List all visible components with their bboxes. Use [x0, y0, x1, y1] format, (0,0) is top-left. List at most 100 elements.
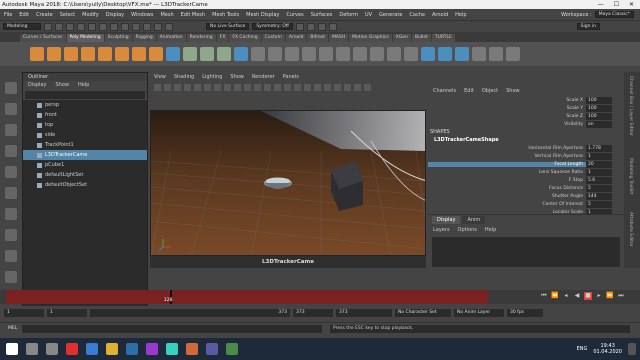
viewport-menu-show[interactable]: Show — [230, 72, 244, 82]
poly-cone-icon[interactable] — [81, 47, 95, 61]
command-language-label[interactable]: MEL — [0, 326, 22, 331]
select-tool-icon[interactable] — [5, 82, 17, 94]
range-start-field[interactable]: 1 — [4, 309, 44, 317]
layer-menu-options[interactable]: Options — [458, 227, 477, 233]
shelf-tab-arnold[interactable]: Arnold — [285, 34, 307, 42]
reverse-normals-icon[interactable] — [506, 47, 520, 61]
channel-row[interactable]: Focus Distance 5 — [428, 184, 624, 192]
shelf-tab-motion-graphics[interactable]: Motion Graphics — [349, 34, 392, 42]
multi-cut-icon[interactable] — [353, 47, 367, 61]
channel-row[interactable]: Vertical Film Aperture 1 — [428, 152, 624, 160]
step-back-frame-icon[interactable]: ◂ — [562, 292, 570, 300]
step-back-key-icon[interactable]: ⏪ — [551, 292, 559, 300]
smooth-shade-icon[interactable] — [264, 84, 271, 91]
connect-icon[interactable] — [387, 47, 401, 61]
uv-editor-icon[interactable] — [421, 47, 435, 61]
snap-grid-icon[interactable] — [132, 22, 140, 31]
command-input[interactable] — [22, 324, 322, 333]
anim-layer-select[interactable]: No Anim Layer — [454, 309, 504, 317]
outliner-item[interactable]: L3DTrackerCame — [23, 150, 147, 160]
time-slider-track[interactable] — [6, 290, 488, 304]
tray-lang[interactable]: ENG — [577, 346, 588, 352]
menu-mesh-tools[interactable]: Mesh Tools — [212, 12, 239, 18]
single-view-icon[interactable] — [5, 229, 17, 241]
channel-row[interactable]: Scale Z 100 — [428, 112, 624, 120]
menu-edit[interactable]: Edit — [19, 12, 29, 18]
channel-value[interactable]: 20 — [586, 160, 612, 168]
cb-menu-edit[interactable]: Edit — [464, 86, 474, 96]
svg-icon[interactable] — [166, 47, 180, 61]
channel-row[interactable]: F Stop 5.6 — [428, 176, 624, 184]
viewport-menu-shading[interactable]: Shading — [174, 72, 194, 82]
outliner-item[interactable]: front — [23, 110, 147, 120]
premiere-icon[interactable] — [146, 343, 158, 355]
cb-menu-object[interactable]: Object — [482, 86, 498, 96]
outliner-item[interactable]: pCube1 — [23, 160, 147, 170]
step-forward-key-icon[interactable]: ⏩ — [606, 292, 614, 300]
rotate-tool-icon[interactable] — [5, 166, 17, 178]
shelf-tab-bifrost[interactable]: Bifrost — [307, 34, 328, 42]
smooth-icon[interactable] — [217, 47, 231, 61]
poly-sphere-icon[interactable] — [30, 47, 44, 61]
menu-mesh[interactable]: Mesh — [160, 12, 173, 18]
outliner-item[interactable]: defaultLightSet — [23, 170, 147, 180]
channel-row[interactable]: Focal Length 20 — [428, 160, 624, 168]
channel-row[interactable]: Scale Y 100 — [428, 104, 624, 112]
live-surface-field[interactable]: No Live Surface — [206, 23, 250, 30]
render-settings-icon[interactable] — [317, 22, 326, 31]
soften-edge-icon[interactable] — [472, 47, 486, 61]
snap-point-icon[interactable] — [154, 22, 162, 31]
layer-menu-layers[interactable]: Layers — [433, 227, 450, 233]
shadows-icon[interactable] — [294, 84, 301, 91]
new-scene-icon[interactable] — [44, 22, 52, 31]
harden-edge-icon[interactable] — [489, 47, 503, 61]
shelf-tab-animation[interactable]: Animation — [156, 34, 186, 42]
extrude-icon[interactable] — [268, 47, 282, 61]
stop-playback-icon[interactable]: ■ — [584, 292, 592, 300]
range-end-field[interactable]: 373 — [293, 309, 333, 317]
shelf-tab-mash[interactable]: MASH — [328, 34, 349, 42]
safe-action-icon[interactable] — [244, 84, 251, 91]
outliner-item[interactable]: top — [23, 120, 147, 130]
viewport-menu-view[interactable]: View — [154, 72, 166, 82]
mirror-icon[interactable] — [251, 47, 265, 61]
channel-row[interactable]: Scale X 100 — [428, 96, 624, 104]
search-icon[interactable] — [26, 343, 38, 355]
target-weld-icon[interactable] — [370, 47, 384, 61]
bridge-icon[interactable] — [285, 47, 299, 61]
outliner-menu-display[interactable]: Display — [28, 81, 46, 90]
save-scene-icon[interactable] — [66, 22, 74, 31]
menu-arnold[interactable]: Arnold — [432, 12, 448, 18]
channel-row[interactable]: Shutter Angle 144 — [428, 192, 624, 200]
lights-icon[interactable] — [284, 84, 291, 91]
redo-icon[interactable] — [88, 22, 96, 31]
channel-row[interactable]: Horizontal Film Aperture 1.778 — [428, 144, 624, 152]
layer-list[interactable] — [432, 237, 620, 267]
file-explorer-icon[interactable] — [106, 343, 118, 355]
resolution-gate-icon[interactable] — [214, 84, 221, 91]
camera-select-icon[interactable] — [154, 84, 161, 91]
shelf-tab-curves-surfaces[interactable]: Curves / Surfaces — [20, 34, 66, 42]
menu-file[interactable]: File — [4, 12, 12, 18]
viewport-menu-lighting[interactable]: Lighting — [202, 72, 222, 82]
range-start-inner-field[interactable]: 1 — [47, 309, 87, 317]
channel-value[interactable]: 1 — [586, 168, 612, 176]
channel-value[interactable]: 100 — [586, 104, 612, 112]
outliner-layout-icon[interactable] — [5, 271, 17, 283]
four-view-icon[interactable] — [5, 250, 17, 262]
menu-help[interactable]: Help — [455, 12, 466, 18]
menu-uv[interactable]: UV — [365, 12, 372, 18]
fps-select[interactable]: 30 fps — [507, 309, 543, 317]
channel-value[interactable]: 5 — [586, 200, 612, 208]
boolean-icon[interactable] — [234, 47, 248, 61]
layer-tab-anim[interactable]: Anim — [462, 216, 486, 224]
go-to-start-icon[interactable]: ⏮ — [540, 292, 548, 300]
menu-cache[interactable]: Cache — [409, 12, 425, 18]
workspace-select[interactable]: Maya Classic* — [594, 11, 634, 18]
task-view-icon[interactable] — [46, 343, 58, 355]
camera-attributes-icon[interactable] — [164, 84, 171, 91]
separate-icon[interactable] — [200, 47, 214, 61]
append-icon[interactable] — [336, 47, 350, 61]
xray-joints-icon[interactable] — [334, 84, 341, 91]
browser-icon[interactable] — [86, 343, 98, 355]
